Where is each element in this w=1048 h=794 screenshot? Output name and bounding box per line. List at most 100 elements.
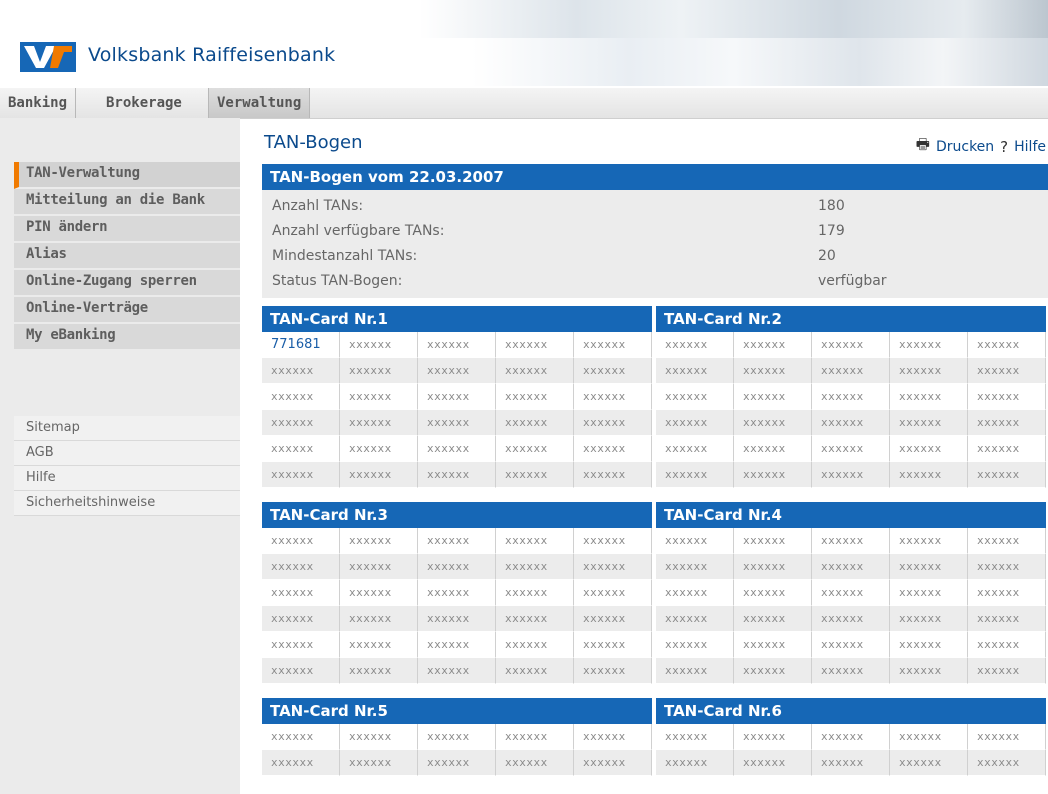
- tan-cell: xxxxxx: [574, 410, 652, 436]
- tan-cell: xxxxxx: [418, 750, 496, 776]
- summary-value: 179: [818, 223, 845, 239]
- main-tabbar: Banking Brokerage Verwaltung: [0, 88, 1048, 119]
- tan-cell: xxxxxx: [496, 580, 574, 606]
- tan-cell: xxxxxx: [418, 528, 496, 554]
- tan-card-title: TAN-Card Nr.3: [262, 502, 652, 528]
- tan-cell: xxxxxx: [262, 462, 340, 488]
- sidebar-item-my-ebanking[interactable]: My eBanking: [14, 324, 240, 351]
- tan-cell: xxxxxx: [262, 606, 340, 632]
- printer-icon[interactable]: 🖶: [916, 134, 930, 159]
- tan-cell: xxxxxx: [734, 528, 812, 554]
- summary-heading: TAN-Bogen vom 22.03.2007: [262, 164, 1048, 190]
- tan-cell: xxxxxx: [496, 750, 574, 776]
- tan-grid: xxxxxx xxxxxx xxxxxx xxxxxx xxxxxx xxxxxx xxxx…: [656, 332, 1046, 488]
- tan-cell: xxxxxx: [812, 606, 890, 632]
- tan-cell: xxxxxx: [574, 528, 652, 554]
- tan-cell: xxxxxx: [340, 462, 418, 488]
- tan-cell: xxxxxx: [734, 358, 812, 384]
- tan-cell: xxxxxx: [418, 724, 496, 750]
- sidebar-item-alias[interactable]: Alias: [14, 243, 240, 270]
- tan-cell: xxxxxx: [418, 606, 496, 632]
- tan-cell: xxxxxx: [890, 632, 968, 658]
- tan-card-2: TAN-Card Nr.2 xxxxxx xxxxxx xxxxxx xxxxxx xx…: [656, 306, 1046, 488]
- tan-cell: xxxxxx: [968, 410, 1046, 436]
- tan-card-3: TAN-Card Nr.3 xxxxxx xxxxxx xxxxxx xxxxxx xx…: [262, 502, 652, 684]
- tan-cell: xxxxxx: [574, 554, 652, 580]
- tan-cell: xxxxxx: [262, 658, 340, 684]
- tan-cell: xxxxxx: [812, 358, 890, 384]
- help-icon[interactable]: ?: [1000, 138, 1008, 156]
- sidebar: TAN-Verwaltung Mitteilung an die Bank PI…: [0, 118, 240, 794]
- sidebar-item-vertraege[interactable]: Online-Verträge: [14, 297, 240, 324]
- tan-cell: xxxxxx: [418, 632, 496, 658]
- link-sicherheitshinweise[interactable]: Sicherheitshinweise: [14, 491, 240, 516]
- tan-cell: xxxxxx: [496, 632, 574, 658]
- tan-cell: xxxxxx: [890, 554, 968, 580]
- tan-cell: xxxxxx: [890, 436, 968, 462]
- tan-cell: xxxxxx: [812, 332, 890, 358]
- tan-cell: xxxxxx: [812, 580, 890, 606]
- tan-card-title: TAN-Card Nr.6: [656, 698, 1046, 724]
- tan-cell: xxxxxx: [418, 436, 496, 462]
- sidebar-nav: TAN-Verwaltung Mitteilung an die Bank PI…: [14, 162, 240, 351]
- tan-cell: xxxxxx: [496, 410, 574, 436]
- tan-grid: 771681 xxxxxx xxxxxx xxxxxx xxxxxx xxxxxx xxxx…: [262, 332, 652, 488]
- tab-verwaltung[interactable]: Verwaltung: [208, 88, 311, 118]
- tan-cell: xxxxxx: [418, 580, 496, 606]
- summary-value: verfügbar: [818, 273, 887, 289]
- tan-cell: xxxxxx: [418, 358, 496, 384]
- tan-cell: xxxxxx: [734, 410, 812, 436]
- tab-banking[interactable]: Banking: [0, 88, 77, 118]
- tan-cell: xxxxxx: [496, 358, 574, 384]
- tan-cell: xxxxxx: [418, 462, 496, 488]
- tan-cell: xxxxxx: [340, 580, 418, 606]
- link-hilfe[interactable]: Hilfe: [14, 466, 240, 491]
- tan-cell: xxxxxx: [734, 332, 812, 358]
- tan-cell: xxxxxx: [496, 606, 574, 632]
- link-sitemap[interactable]: Sitemap: [14, 416, 240, 441]
- tan-cell: xxxxxx: [656, 632, 734, 658]
- print-link[interactable]: Drucken: [936, 139, 994, 155]
- tan-cell: xxxxxx: [496, 554, 574, 580]
- tan-cell: xxxxxx: [968, 658, 1046, 684]
- tan-cell: xxxxxx: [262, 750, 340, 776]
- tan-cell: xxxxxx: [968, 580, 1046, 606]
- sidebar-item-tan-verwaltung[interactable]: TAN-Verwaltung: [14, 162, 240, 189]
- tan-card-title: TAN-Card Nr.4: [656, 502, 1046, 528]
- tan-cell: xxxxxx: [734, 724, 812, 750]
- tan-cell: xxxxxx: [496, 658, 574, 684]
- summary-row: Status TAN-Bogen: verfügbar: [262, 269, 1048, 294]
- tan-cell: xxxxxx: [968, 332, 1046, 358]
- tan-cell: xxxxxx: [262, 410, 340, 436]
- tan-cell: xxxxxx: [968, 436, 1046, 462]
- tan-cell: xxxxxx: [340, 410, 418, 436]
- sidebar-links: Sitemap AGB Hilfe Sicherheitshinweise: [14, 416, 240, 516]
- summary-body: Anzahl TANs: 180 Anzahl verfügbare TANs:…: [262, 190, 1048, 298]
- sidebar-item-pin-aendern[interactable]: PIN ändern: [14, 216, 240, 243]
- tan-cell: xxxxxx: [656, 606, 734, 632]
- tan-cell: xxxxxx: [574, 384, 652, 410]
- tan-card-5: TAN-Card Nr.5 xxxxxx xxxxxx xxxxxx xxxxxx xx…: [262, 698, 652, 776]
- summary-label: Mindestanzahl TANs:: [272, 248, 418, 264]
- tan-cell: xxxxxx: [496, 436, 574, 462]
- help-link[interactable]: Hilfe: [1014, 139, 1046, 155]
- tan-card-1: TAN-Card Nr.1 771681 xxxxxx xxxxxx xxxxxx xx…: [262, 306, 652, 488]
- brand-name: Volksbank Raiffeisenbank: [88, 44, 336, 66]
- tan-cell: xxxxxx: [890, 462, 968, 488]
- link-agb[interactable]: AGB: [14, 441, 240, 466]
- tab-brokerage[interactable]: Brokerage: [98, 88, 190, 118]
- tan-cell: xxxxxx: [812, 410, 890, 436]
- tan-cell: xxxxxx: [968, 554, 1046, 580]
- tan-cell: xxxxxx: [340, 332, 418, 358]
- summary-value: 20: [818, 248, 836, 264]
- tan-cell: xxxxxx: [656, 436, 734, 462]
- tan-cell: xxxxxx: [812, 632, 890, 658]
- sidebar-item-zugang-sperren[interactable]: Online-Zugang sperren: [14, 270, 240, 297]
- tan-cell: xxxxxx: [734, 750, 812, 776]
- tan-cell: xxxxxx: [968, 632, 1046, 658]
- sidebar-item-mitteilung[interactable]: Mitteilung an die Bank: [14, 189, 240, 216]
- tan-cell: xxxxxx: [734, 436, 812, 462]
- tan-cell-revealed: 771681: [262, 332, 340, 358]
- tan-cell: xxxxxx: [262, 436, 340, 462]
- tan-cell: xxxxxx: [968, 462, 1046, 488]
